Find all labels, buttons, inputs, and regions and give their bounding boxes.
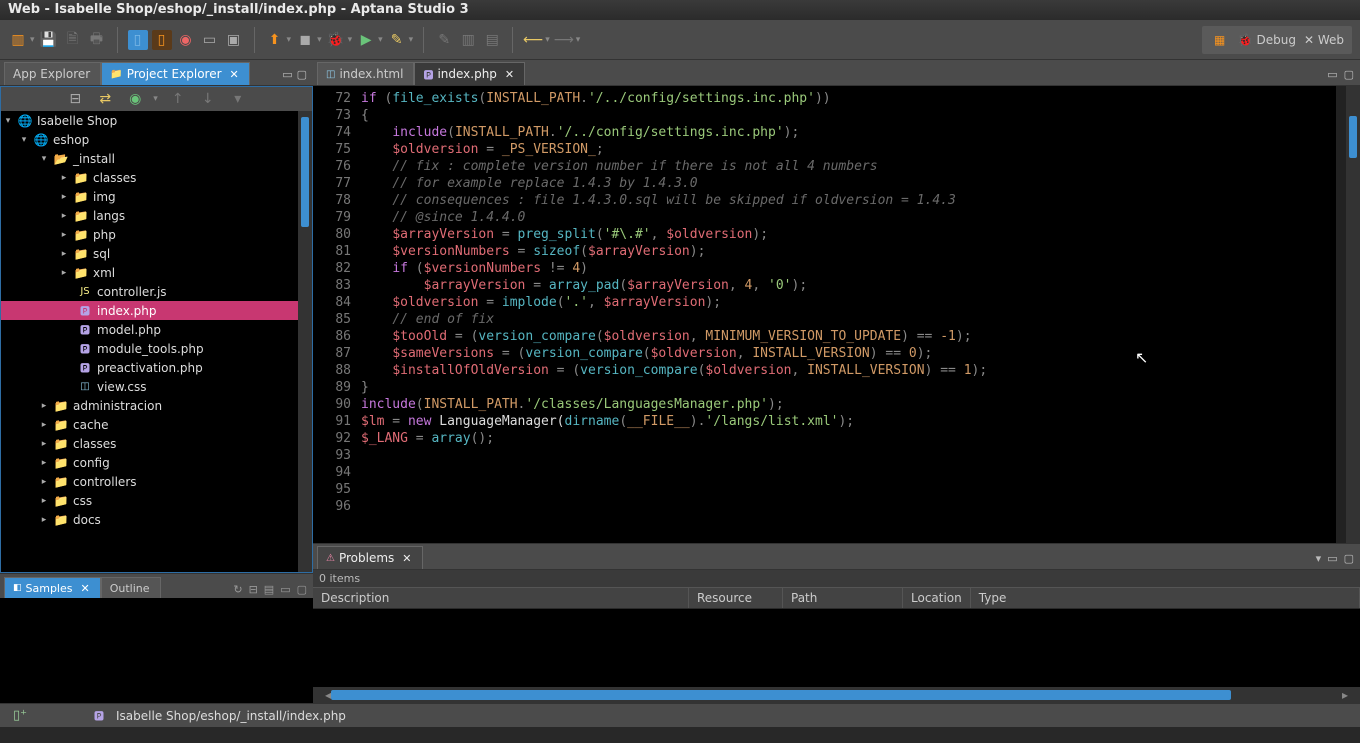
tab-samples[interactable]: ◧Samples✕ [4, 577, 101, 598]
nav-back-icon[interactable]: ⟵ [523, 30, 543, 50]
problems-hscroll[interactable]: ◂ ▸ [313, 687, 1360, 703]
problems-tabs: ⚠Problems✕ ▾ ▭ ▢ [313, 544, 1360, 570]
tree-row[interactable]: 🅿preactivation.php [1, 358, 312, 377]
tree-row[interactable]: ▸📁classes [1, 434, 312, 453]
code-editor[interactable]: 7273747576777879808182838485868788899091… [313, 86, 1360, 543]
main-toolbar: ▥▾ 💾 🗎 🖶 ▯ ▯ ◉ ▭ ▣ ⬆▾ ◼▾ 🐞▾ ▶▾ ✎▾ ✎ ▥ ▤ … [0, 20, 1360, 60]
tree-row[interactable]: ▸📁css [1, 491, 312, 510]
bottom-left-tabs: ◧Samples✕ Outline ↻ ⊟ ▤ ▭ ▢ [0, 574, 313, 598]
gutter: 7273747576777879808182838485868788899091… [313, 86, 357, 543]
project-tree: ▾🌐Isabelle Shop ▾🌐eshop ▾📂_install ▸📁cla… [1, 111, 312, 572]
edit1-icon[interactable]: ✎ [434, 30, 454, 50]
col-resource[interactable]: Resource [689, 588, 783, 608]
col-path[interactable]: Path [783, 588, 903, 608]
close-icon[interactable]: ✕ [230, 68, 239, 81]
status-icon[interactable]: ▯⁺ [10, 706, 30, 726]
refresh-icon[interactable]: ◉ [125, 89, 145, 109]
samples-icon5[interactable]: ▢ [297, 583, 307, 596]
tree-row[interactable]: ▸📁langs [1, 206, 312, 225]
save-all-icon[interactable]: 🗎 [63, 30, 83, 50]
tree-row[interactable]: 🅿model.php [1, 320, 312, 339]
tree-row[interactable]: ▾📂_install [1, 149, 312, 168]
col-type[interactable]: Type [971, 588, 1360, 608]
tab-project-explorer[interactable]: 📁 Project Explorer ✕ [101, 62, 250, 85]
panel2-icon[interactable]: ▣ [224, 30, 244, 50]
perspective-switcher: ▦ 🐞 Debug ✕ Web [1202, 26, 1352, 54]
problems-columns: Description Resource Path Location Type [313, 587, 1360, 609]
run-icon[interactable]: ▶ [356, 30, 376, 50]
samples-icon1[interactable]: ↻ [233, 583, 242, 596]
problems-min-icon[interactable]: ▭ [1327, 552, 1337, 565]
samples-icon3[interactable]: ▤ [264, 583, 274, 596]
tab-outline[interactable]: Outline [101, 577, 161, 598]
down-icon[interactable]: ↓ [198, 89, 218, 109]
tree-row[interactable]: ▸📁sql [1, 244, 312, 263]
app-icon[interactable]: ◉ [176, 30, 196, 50]
perspective-debug[interactable]: 🐞 Debug [1238, 33, 1296, 47]
minimize-icon[interactable]: ▭ [282, 68, 292, 81]
tree-row[interactable]: ▸📁administracion [1, 396, 312, 415]
collapse-icon[interactable]: ⊟ [65, 89, 85, 109]
tree-row[interactable]: JScontroller.js [1, 282, 312, 301]
code-content[interactable]: if (file_exists(INSTALL_PATH.'/../config… [357, 86, 1360, 543]
edit2-icon[interactable]: ▥ [458, 30, 478, 50]
left-tabs: App Explorer 📁 Project Explorer ✕ ▭ ▢ [0, 60, 313, 86]
window-title: Web - Isabelle Shop/eshop/_install/index… [0, 0, 1360, 20]
open-perspective-icon[interactable]: ▦ [1210, 30, 1230, 50]
col-location[interactable]: Location [903, 588, 971, 608]
status-file-icon: 🅿 [94, 708, 104, 723]
tree-row[interactable]: ▸📁classes [1, 168, 312, 187]
new-icon[interactable]: ▥ [8, 30, 28, 50]
editor-min-icon[interactable]: ▭ [1327, 68, 1337, 81]
tree-row[interactable]: ▸📁config [1, 453, 312, 472]
tree-row[interactable]: ▾🌐eshop [1, 130, 312, 149]
maximize-icon[interactable]: ▢ [297, 68, 307, 81]
menu-icon[interactable]: ▾ [228, 89, 248, 109]
layout1-icon[interactable]: ▯ [128, 30, 148, 50]
samples-icon2[interactable]: ⊟ [249, 583, 258, 596]
tools-icon[interactable]: ✎ [387, 30, 407, 50]
problems-menu-icon[interactable]: ▾ [1316, 552, 1322, 565]
status-bar: ▯⁺ 🅿 Isabelle Shop/eshop/_install/index.… [0, 703, 1360, 727]
edit3-icon[interactable]: ▤ [482, 30, 502, 50]
perspective-web[interactable]: ✕ Web [1304, 33, 1344, 47]
panel1-icon[interactable]: ▭ [200, 30, 220, 50]
explorer-toolbar: ⊟ ⇄ ◉▾ ↑ ↓ ▾ [1, 87, 312, 111]
tree-row-selected[interactable]: 🅿index.php [1, 301, 312, 320]
status-path: Isabelle Shop/eshop/_install/index.php [116, 709, 346, 723]
editor-tabs: ◫index.html 🅿index.php✕ ▭ ▢ [313, 60, 1360, 86]
tree-row[interactable]: ▸📁img [1, 187, 312, 206]
debug-icon[interactable]: 🐞 [326, 30, 346, 50]
col-description[interactable]: Description [313, 588, 689, 608]
tree-row[interactable]: ▸📁docs [1, 510, 312, 529]
link-icon[interactable]: ⇄ [95, 89, 115, 109]
tree-row[interactable]: ▸📁xml [1, 263, 312, 282]
tab-index-html[interactable]: ◫index.html [317, 62, 414, 85]
up-icon[interactable]: ↑ [168, 89, 188, 109]
tree-row[interactable]: ▾🌐Isabelle Shop [1, 111, 312, 130]
tree-row[interactable]: ▸📁cache [1, 415, 312, 434]
tree-row[interactable]: ◫view.css [1, 377, 312, 396]
tab-problems[interactable]: ⚠Problems✕ [317, 546, 423, 569]
tree-row[interactable]: ▸📁controllers [1, 472, 312, 491]
problems-max-icon[interactable]: ▢ [1344, 552, 1354, 565]
print-icon[interactable]: 🖶 [87, 30, 107, 50]
nav-fwd-icon[interactable]: ⟶ [554, 30, 574, 50]
tree-row[interactable]: 🅿module_tools.php [1, 339, 312, 358]
problems-count: 0 items [313, 570, 1360, 587]
tab-index-php[interactable]: 🅿index.php✕ [414, 62, 525, 85]
tab-app-explorer[interactable]: App Explorer [4, 62, 101, 85]
layout2-icon[interactable]: ▯ [152, 30, 172, 50]
samples-icon4[interactable]: ▭ [280, 583, 290, 596]
tree-row[interactable]: ▸📁php [1, 225, 312, 244]
stop-icon[interactable]: ◼ [295, 30, 315, 50]
save-icon[interactable]: 💾 [39, 30, 59, 50]
tree-scrollbar[interactable] [298, 111, 312, 572]
editor-max-icon[interactable]: ▢ [1344, 68, 1354, 81]
editor-scrollbar[interactable] [1346, 86, 1360, 543]
deploy-icon[interactable]: ⬆ [265, 30, 285, 50]
overview-ruler [1336, 86, 1346, 543]
